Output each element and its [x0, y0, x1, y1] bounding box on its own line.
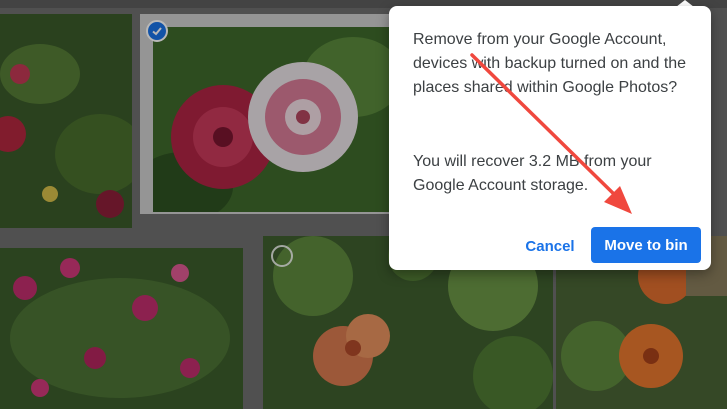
photo-tile-flowers[interactable]	[0, 14, 132, 228]
dialog-message: Remove from your Google Account, devices…	[413, 31, 687, 96]
cancel-button[interactable]: Cancel	[517, 228, 583, 264]
move-to-bin-button[interactable]: Move to bin	[591, 227, 701, 263]
photo-tile-dahlia[interactable]	[153, 27, 389, 212]
selected-check-icon[interactable]	[146, 20, 168, 42]
dahlia-photo-image	[153, 27, 389, 212]
photo-tile-dianthus[interactable]	[0, 248, 243, 409]
storage-recover-note: You will recover 3.2 MB from your Google…	[413, 153, 652, 194]
unselected-circle-icon[interactable]	[271, 245, 293, 267]
delete-confirm-dialog: Remove from your Google Account, devices…	[389, 6, 711, 270]
flower-photo-image	[0, 14, 132, 228]
dianthus-photo-image	[0, 248, 243, 409]
